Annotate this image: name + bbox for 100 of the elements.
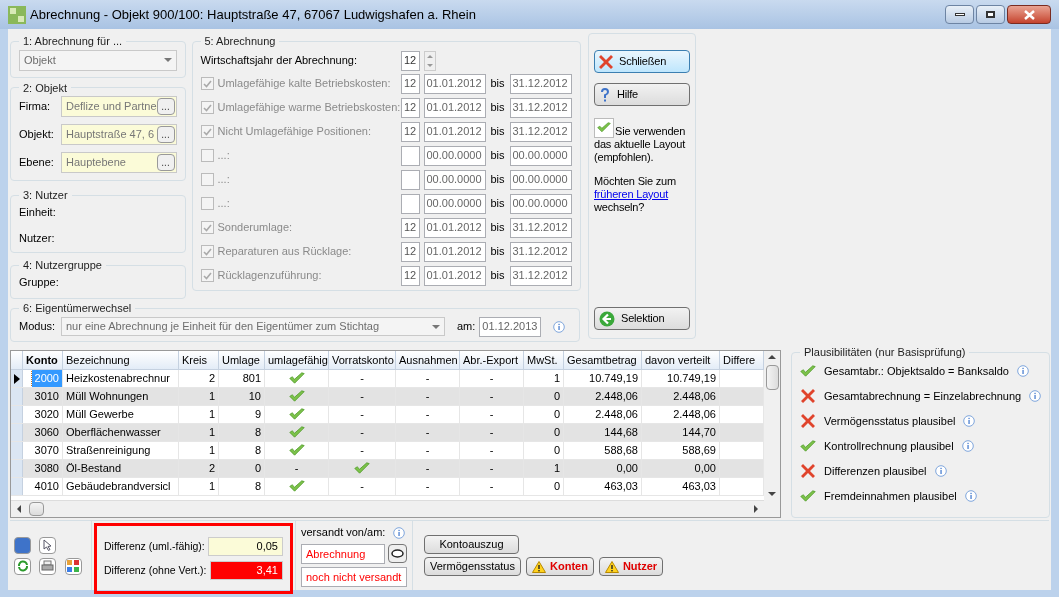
column-header[interactable]: Ausnahmen (396, 351, 460, 369)
warning-icon (604, 560, 619, 573)
checkbox[interactable] (200, 149, 214, 162)
table-cell-text: - (293, 461, 300, 477)
table-cell-text: Heizkostenabrechnur (65, 371, 171, 387)
warning-button[interactable]: Konten (526, 557, 594, 576)
checkbox[interactable] (200, 101, 214, 114)
range-label: bis (489, 268, 506, 284)
date-field: 01.01.2012 (423, 265, 486, 286)
table-cell-text: 2.448,06 (672, 389, 717, 405)
table-cell-text: 144,68 (603, 425, 639, 441)
info-icon[interactable] (1016, 365, 1029, 377)
table-cell-text: 1 (207, 443, 216, 459)
check-icon (800, 439, 816, 453)
info-icon[interactable] (934, 465, 947, 477)
sent-date-field: noch nicht versandt (301, 566, 407, 587)
printer-icon[interactable] (39, 557, 57, 575)
column-header[interactable]: Gesamtbetrag (564, 351, 642, 369)
table-cell-text: 2.448,06 (672, 407, 717, 423)
column-header[interactable]: Umlage (219, 351, 265, 369)
layout-icon[interactable] (64, 557, 82, 575)
mode-dropdown[interactable]: nur eine Abrechnung je Einheit für den Eigentümer zum Stichtag (61, 317, 445, 336)
group-title: 2: Objekt (22, 80, 69, 96)
browse-button[interactable]: ... (156, 126, 175, 143)
column-header[interactable]: Konto (23, 351, 63, 369)
column-header[interactable]: Bezeichnung (63, 351, 179, 369)
action-button[interactable]: Vermögensstatus (424, 557, 521, 576)
info-icon[interactable] (553, 320, 566, 333)
date-field: 00.00.0000 (509, 169, 572, 190)
layout-question: Möchten Sie zum früheren Layout wechseln? (594, 175, 677, 214)
layout-checkbox[interactable] (594, 118, 614, 138)
maximize-button[interactable] (976, 5, 1005, 24)
help-button[interactable]: Hilfe (594, 83, 690, 106)
months-field (400, 193, 420, 214)
table-cell-text: 1 (552, 461, 561, 477)
table-cell-text: 0,00 (615, 461, 639, 477)
column-header[interactable]: Vorratskonto (329, 351, 396, 369)
lookup-field[interactable]: Deflize und Partne ... (61, 96, 177, 117)
info-icon[interactable] (393, 526, 406, 539)
table-cell-text: 3080 (33, 461, 60, 477)
browse-button[interactable]: ... (156, 154, 175, 171)
column-header[interactable]: Abr.-Export (460, 351, 524, 369)
column-header[interactable]: MwSt. (524, 351, 564, 369)
row-label: ...: (217, 196, 230, 212)
horizontal-scrollbar[interactable] (11, 500, 764, 517)
checkmark-icon (202, 79, 212, 88)
mail-button[interactable] (388, 544, 407, 564)
checkbox[interactable] (200, 221, 214, 234)
difference-field: 3,41 (209, 561, 283, 580)
row-header[interactable] (11, 370, 23, 387)
table-cell-text: - (488, 425, 495, 441)
sent-by-field: Abrechnung (301, 543, 386, 564)
column-header[interactable]: Kreis (179, 351, 219, 369)
cross-icon (599, 54, 613, 69)
info-icon[interactable] (961, 440, 974, 452)
column-header[interactable]: davon verteilt (642, 351, 720, 369)
warning-button[interactable]: Nutzer (598, 557, 664, 576)
layout-note: Sie verwenden (615, 125, 686, 138)
table-cell-text: Müll Wohnungen (65, 389, 150, 405)
table-cell-text: - (424, 371, 431, 387)
info-icon[interactable] (963, 415, 976, 427)
table-cell-text: 801 (241, 371, 262, 387)
field-label: Wirtschaftsjahr der Abrechnung: (200, 53, 359, 69)
lookup-field[interactable]: Hauptebene ... (61, 152, 177, 173)
layout-link[interactable]: früheren Layout (594, 188, 669, 200)
checkbox[interactable] (200, 125, 214, 138)
cross-icon (801, 464, 815, 478)
field-label: Differenz (ohne Vert.): (104, 562, 207, 578)
table-cell-text: - (359, 407, 365, 423)
checkmark-icon (202, 103, 212, 112)
selection-button[interactable]: Selektion (594, 307, 690, 330)
check-label: Gesamtabr.: Objektsaldo = Banksaldo (824, 363, 1009, 379)
info-icon[interactable] (964, 490, 977, 502)
close-button[interactable] (1007, 5, 1051, 24)
refresh-icon[interactable] (14, 557, 31, 575)
minimize-button[interactable] (945, 5, 974, 24)
table-cell-text: 10.749,19 (666, 371, 717, 387)
checkbox[interactable] (200, 245, 214, 258)
action-button[interactable]: Kontoauszug (424, 535, 519, 554)
table-cell-text: - (424, 443, 431, 459)
row-label: Umlagefähige warme Betriebskosten: (217, 100, 401, 116)
lookup-field[interactable]: Hauptstraße 47, 6 ... (61, 124, 177, 145)
close-dialog-button[interactable]: Schließen (594, 50, 690, 73)
pointer-icon[interactable] (39, 536, 57, 554)
table-cell-text: - (359, 479, 365, 495)
checkbox[interactable] (200, 269, 214, 282)
months-field: 12 (400, 121, 420, 142)
table-cell-text: 0,00 (693, 461, 717, 477)
checkbox[interactable] (200, 173, 214, 186)
checkbox[interactable] (200, 197, 214, 210)
object-dropdown[interactable]: Objekt (19, 49, 177, 71)
field-label: Differenz (uml.-fähig): (104, 538, 205, 554)
checkbox[interactable] (200, 77, 214, 90)
date-field: 00.00.0000 (423, 193, 486, 214)
table-cell-text: 0 (552, 389, 561, 405)
info-icon[interactable] (1029, 390, 1042, 402)
check-label: Vermögensstatus plausibel (824, 413, 956, 429)
column-header[interactable]: umlagefähig (265, 351, 329, 369)
browse-button[interactable]: ... (156, 98, 175, 115)
year-spinner[interactable] (423, 50, 436, 71)
